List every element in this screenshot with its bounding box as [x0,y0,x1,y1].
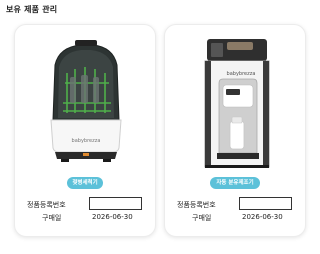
product-card-formula-maker[interactable]: babybrezza 자동 분유제조기 정품등록번호 구매일 2026-06-3… [164,24,306,237]
serial-number-field[interactable] [239,197,292,210]
serial-number-label: 정품등록번호 [27,201,66,209]
brand-text: babybrezza [72,138,101,144]
brand-text: babybrezza [227,71,256,77]
category-chip-bottle-washer[interactable]: 젖병세척기 [67,177,103,189]
product-management-page: 보유 제품 관리 babybrezza 젖병세척기 정품등록번호 구매일 202… [0,0,320,254]
bottle-washer-image: babybrezza [50,40,122,162]
purchase-date-label: 구매일 [42,214,62,222]
serial-number-label: 정품등록번호 [177,201,216,209]
formula-maker-image: babybrezza [204,39,270,168]
purchase-date-value: 2026-06-30 [242,213,283,221]
purchase-date-value: 2026-06-30 [92,213,133,221]
purchase-date-label: 구매일 [192,214,212,222]
category-chip-formula-maker[interactable]: 자동 분유제조기 [210,177,260,189]
product-card-bottle-washer[interactable]: babybrezza 젖병세척기 정품등록번호 구매일 2026-06-30 [14,24,156,237]
page-title: 보유 제품 관리 [6,5,58,14]
serial-number-field[interactable] [89,197,142,210]
